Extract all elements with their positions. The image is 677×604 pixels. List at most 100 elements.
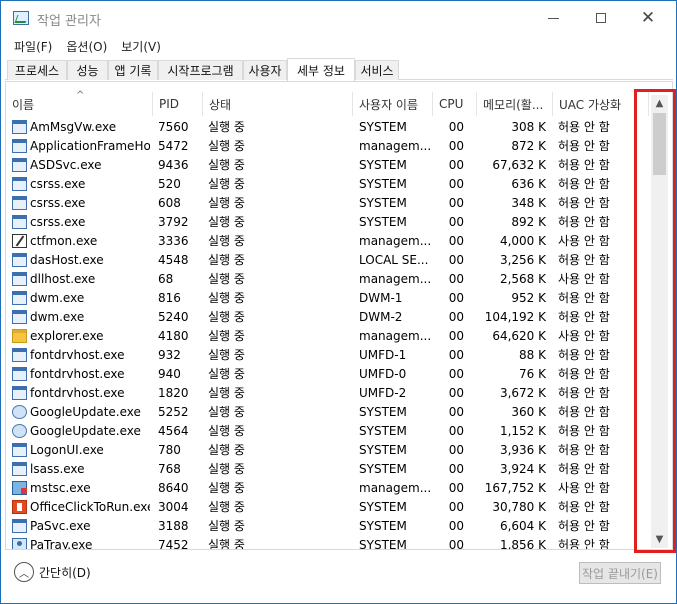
table-row[interactable]: ASDSvc.exe 9436 실행 중 SYSTEM 00 67,632 K 허용 안 함: [6, 156, 646, 175]
tab-app-history[interactable]: 앱 기록: [108, 60, 158, 80]
process-status: 실행 중: [208, 481, 245, 495]
table-row[interactable]: GoogleUpdate.exe 4564 실행 중 SYSTEM 00 1,152 K 허…: [6, 422, 646, 441]
table-row[interactable]: mstsc.exe 8640 실행 중 managem... 00 167,752 K 사용…: [6, 479, 646, 498]
column-header-user[interactable]: 사용자 이름: [353, 92, 433, 116]
table-row[interactable]: fontdrvhost.exe 940 실행 중 UMFD-0 00 76 K 허용 안 함: [6, 365, 646, 384]
process-uac: 허용 안 함: [558, 443, 610, 457]
column-header-name[interactable]: 이름: [6, 92, 153, 116]
process-pid: 68: [158, 272, 174, 286]
process-cpu: 00: [448, 481, 464, 495]
table-row[interactable]: lsass.exe 768 실행 중 SYSTEM 00 3,924 K 허용 안 함: [6, 460, 646, 479]
process-memory: 872 K: [511, 139, 546, 153]
process-cpu: 00: [448, 519, 464, 533]
end-task-button[interactable]: 작업 끝내기(E): [579, 562, 661, 584]
process-pid: 608: [158, 196, 181, 210]
scroll-up-arrow-icon[interactable]: ▲: [651, 95, 668, 112]
minimize-icon: [547, 17, 559, 19]
process-uac: 허용 안 함: [558, 424, 610, 438]
table-row[interactable]: AmMsgVw.exe 7560 실행 중 SYSTEM 00 308 K 허용 안 함: [6, 118, 646, 137]
process-name: PaSvc.exe: [30, 519, 91, 533]
vertical-scrollbar[interactable]: ▲ ▼: [651, 95, 668, 548]
column-header-uac[interactable]: UAC 가상화: [553, 92, 649, 116]
process-uac: 허용 안 함: [558, 310, 610, 324]
process-status: 실행 중: [208, 291, 245, 305]
tab-users[interactable]: 사용자: [243, 60, 287, 80]
column-header-pid[interactable]: PID: [153, 92, 203, 116]
table-row[interactable]: dwm.exe 5240 실행 중 DWM-2 00 104,192 K 허용 안 함: [6, 308, 646, 327]
table-row[interactable]: fontdrvhost.exe 932 실행 중 UMFD-1 00 88 K 허용 안 함: [6, 346, 646, 365]
process-memory: 2,568 K: [499, 272, 546, 286]
process-uac: 허용 안 함: [558, 120, 610, 134]
scroll-thumb[interactable]: [653, 113, 666, 175]
process-pid: 8640: [158, 481, 189, 495]
maximize-button[interactable]: [578, 1, 624, 35]
process-cpu: 00: [448, 462, 464, 476]
process-pid: 4564: [158, 424, 189, 438]
window-icon: [12, 215, 27, 229]
process-cpu: 00: [448, 272, 464, 286]
table-row[interactable]: dllhost.exe 68 실행 중 managem... 00 2,568 K 사용 안…: [6, 270, 646, 289]
table-row[interactable]: LogonUI.exe 780 실행 중 SYSTEM 00 3,936 K 허용 안 함: [6, 441, 646, 460]
collapse-chevron-icon[interactable]: ︿: [14, 562, 34, 582]
table-row[interactable]: PaSvc.exe 3188 실행 중 SYSTEM 00 6,604 K 허용 안 함: [6, 517, 646, 536]
task-manager-window: 작업 관리자 ✕ 파일(F) 옵션(O) 보기(V) 프로세스 성능 앱 기록 …: [0, 0, 677, 604]
column-header-cpu[interactable]: CPU: [433, 92, 477, 116]
remote-desktop-icon: [12, 481, 27, 495]
menu-view[interactable]: 보기(V): [114, 38, 168, 55]
process-memory: 67,632 K: [492, 158, 546, 172]
process-uac: 허용 안 함: [558, 500, 610, 514]
process-uac: 허용 안 함: [558, 196, 610, 210]
tab-details[interactable]: 세부 정보: [287, 58, 355, 81]
close-button[interactable]: ✕: [625, 1, 671, 35]
table-row[interactable]: ApplicationFrameHo... 5472 실행 중 managem... 0…: [6, 137, 646, 156]
table-row[interactable]: fontdrvhost.exe 1820 실행 중 UMFD-2 00 3,672 K 허용…: [6, 384, 646, 403]
table-row[interactable]: csrss.exe 520 실행 중 SYSTEM 00 636 K 허용 안 함: [6, 175, 646, 194]
table-row[interactable]: explorer.exe 4180 실행 중 managem... 00 64,620 K…: [6, 327, 646, 346]
tab-processes[interactable]: 프로세스: [7, 60, 67, 80]
process-name: dwm.exe: [30, 310, 85, 324]
process-status: 실행 중: [208, 519, 245, 533]
table-row[interactable]: OfficeClickToRun.exe 3004 실행 중 SYSTEM 00 30,7…: [6, 498, 646, 517]
column-header-status[interactable]: 상태: [203, 92, 353, 116]
process-memory: 4,000 K: [499, 234, 546, 248]
process-user: SYSTEM: [359, 462, 407, 476]
tab-services[interactable]: 서비스: [355, 60, 399, 80]
table-row[interactable]: dasHost.exe 4548 실행 중 LOCAL SE... 00 3,256 K 허…: [6, 251, 646, 270]
fewer-details-link[interactable]: 간단히(D): [39, 564, 91, 581]
process-cpu: 00: [448, 158, 464, 172]
process-uac: 허용 안 함: [558, 348, 610, 362]
column-header-memory[interactable]: 메모리(활...: [477, 92, 553, 116]
minimize-button[interactable]: [530, 1, 576, 35]
process-memory: 6,604 K: [499, 519, 546, 533]
process-memory: 348 K: [511, 196, 546, 210]
table-row[interactable]: csrss.exe 608 실행 중 SYSTEM 00 348 K 허용 안 함: [6, 194, 646, 213]
process-name: AmMsgVw.exe: [30, 120, 117, 134]
process-cpu: 00: [448, 291, 464, 305]
scroll-down-arrow-icon[interactable]: ▼: [651, 531, 668, 548]
window-icon: [12, 139, 27, 153]
process-list: AmMsgVw.exe 7560 실행 중 SYSTEM 00 308 K 허용 안 함 Ap…: [6, 118, 646, 550]
process-pid: 780: [158, 443, 181, 457]
window-icon: [12, 177, 27, 191]
table-row[interactable]: dwm.exe 816 실행 중 DWM-1 00 952 K 허용 안 함: [6, 289, 646, 308]
process-pid: 3792: [158, 215, 189, 229]
tab-strip: 프로세스 성능 앱 기록 시작프로그램 사용자 세부 정보 서비스: [5, 58, 673, 81]
process-memory: 636 K: [511, 177, 546, 191]
tab-startup[interactable]: 시작프로그램: [158, 60, 243, 80]
menu-file[interactable]: 파일(F): [7, 38, 59, 55]
title-bar[interactable]: 작업 관리자 ✕: [1, 1, 676, 35]
process-pid: 3004: [158, 500, 189, 514]
menu-options[interactable]: 옵션(O): [59, 38, 114, 55]
process-user: SYSTEM: [359, 538, 407, 550]
process-user: managem...: [359, 139, 431, 153]
tab-performance[interactable]: 성능: [67, 60, 108, 80]
table-row[interactable]: PaTray.exe 7452 실행 중 SYSTEM 00 1,856 K 허용 안 함: [6, 536, 646, 550]
process-memory: 3,672 K: [499, 386, 546, 400]
table-row[interactable]: GoogleUpdate.exe 5252 실행 중 SYSTEM 00 360 K 허용 …: [6, 403, 646, 422]
process-memory: 76 K: [519, 367, 546, 381]
process-uac: 허용 안 함: [558, 139, 610, 153]
table-row[interactable]: csrss.exe 3792 실행 중 SYSTEM 00 892 K 허용 안 함: [6, 213, 646, 232]
process-status: 실행 중: [208, 424, 245, 438]
table-row[interactable]: ctfmon.exe 3336 실행 중 managem... 00 4,000 K 사용 …: [6, 232, 646, 251]
process-uac: 허용 안 함: [558, 177, 610, 191]
